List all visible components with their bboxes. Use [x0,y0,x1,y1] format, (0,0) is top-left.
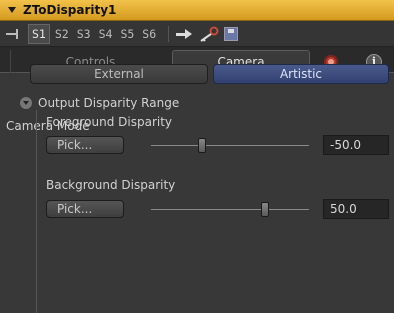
slot-s6[interactable]: S6 [139,25,159,43]
tool-title: ZToDisparity1 [23,3,117,17]
background-disparity-label: Background Disparity [46,178,176,192]
collapse-group-icon[interactable] [20,97,32,109]
toolbar-divider [168,25,170,42]
background-slider-thumb[interactable] [260,202,269,217]
background-slider[interactable] [151,209,309,210]
save-icon[interactable] [224,26,239,41]
foreground-value-field[interactable]: -50.0 [323,135,389,155]
collapse-triangle-icon[interactable] [8,7,16,13]
toolbar: S1 S2 S3 S4 S5 S6 [0,21,394,47]
slot-s4[interactable]: S4 [96,25,116,43]
background-value-field[interactable]: 50.0 [323,199,389,219]
output-disparity-range-header[interactable]: Output Disparity Range [20,96,179,110]
key-icon[interactable] [198,26,220,42]
tool-header[interactable]: ZToDisparity1 [0,0,394,21]
foreground-disparity-label: Foreground Disparity [46,115,173,129]
background-pick-button[interactable]: Pick... [46,200,124,218]
slot-s5[interactable]: S5 [117,25,137,43]
artistic-button[interactable]: Artistic [213,64,389,84]
arrow-right-icon[interactable] [176,28,193,39]
external-button[interactable]: External [30,64,208,84]
pin-icon[interactable] [6,28,20,39]
slot-s1[interactable]: S1 [28,23,50,44]
slot-s2[interactable]: S2 [52,25,72,43]
slot-s3[interactable]: S3 [74,25,94,43]
foreground-pick-button[interactable]: Pick... [46,136,124,154]
foreground-slider[interactable] [151,145,309,146]
output-disparity-range-label: Output Disparity Range [38,96,180,110]
foreground-slider-thumb[interactable] [197,138,206,153]
inspector-panel: ZToDisparity1 S1 S2 S3 S4 S5 S6 Controls… [0,0,394,313]
